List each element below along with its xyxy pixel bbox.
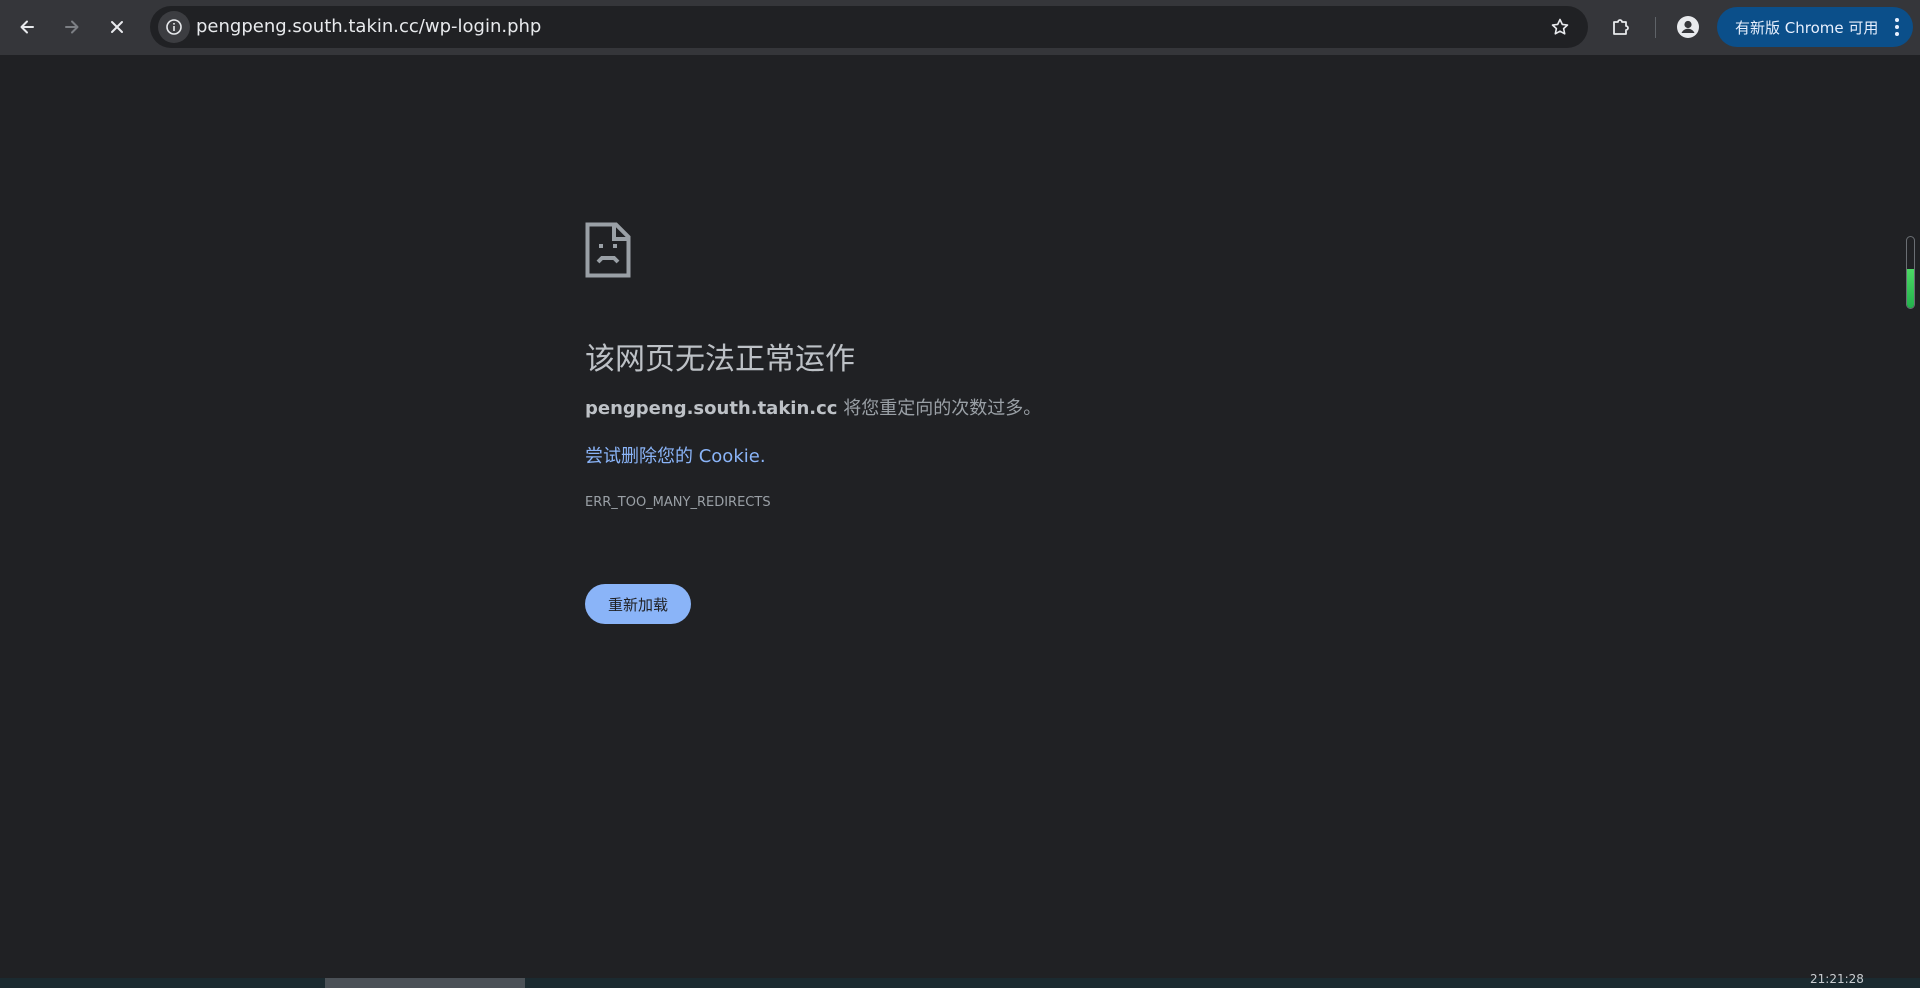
sad-document-icon [585,222,631,278]
scroll-indicator-fill [1907,268,1914,308]
toolbar-divider [1655,17,1656,38]
reload-button[interactable]: 重新加载 [585,584,691,624]
url-text[interactable]: pengpeng.south.takin.cc/wp-login.php [196,6,541,48]
update-button-label: 有新版 Chrome 可用 [1735,18,1879,37]
chrome-update-button[interactable]: 有新版 Chrome 可用 [1717,7,1913,47]
taskbar: 21:21:28 [0,972,1920,988]
bookmark-button[interactable] [1544,11,1576,43]
error-summary: pengpeng.south.takin.cc 将您重定向的次数过多。 [585,394,1041,420]
taskbar-active-app[interactable] [325,978,525,988]
error-host: pengpeng.south.takin.cc [585,398,838,419]
kebab-menu-icon[interactable] [1895,18,1899,36]
taskbar-clock: 21:21:28 [1810,972,1864,986]
stop-loading-button[interactable] [99,9,135,45]
stop-loading-icon [111,21,123,33]
address-bar[interactable]: pengpeng.south.takin.cc/wp-login.php [150,6,1588,48]
forward-button[interactable] [54,9,90,45]
extensions-button[interactable] [1603,9,1639,45]
clear-cookies-link[interactable]: 尝试删除您的 Cookie. [585,442,766,468]
back-button[interactable] [9,9,45,45]
back-arrow-icon [20,20,34,34]
profile-avatar-icon [1677,16,1699,38]
browser-toolbar: pengpeng.south.takin.cc/wp-login.php 有新版… [0,0,1920,55]
error-heading: 该网页无法正常运作 [585,342,855,377]
scroll-indicator[interactable] [1906,236,1915,309]
site-info-icon [166,19,182,35]
extensions-puzzle-icon [1613,19,1629,35]
site-info-button[interactable] [158,11,190,43]
error-message: 将您重定向的次数过多。 [837,398,1042,419]
forward-arrow-icon [65,20,79,34]
profile-button[interactable] [1670,9,1706,45]
error-code: ERR_TOO_MANY_REDIRECTS [585,495,771,510]
bookmark-star-icon [1551,18,1569,35]
